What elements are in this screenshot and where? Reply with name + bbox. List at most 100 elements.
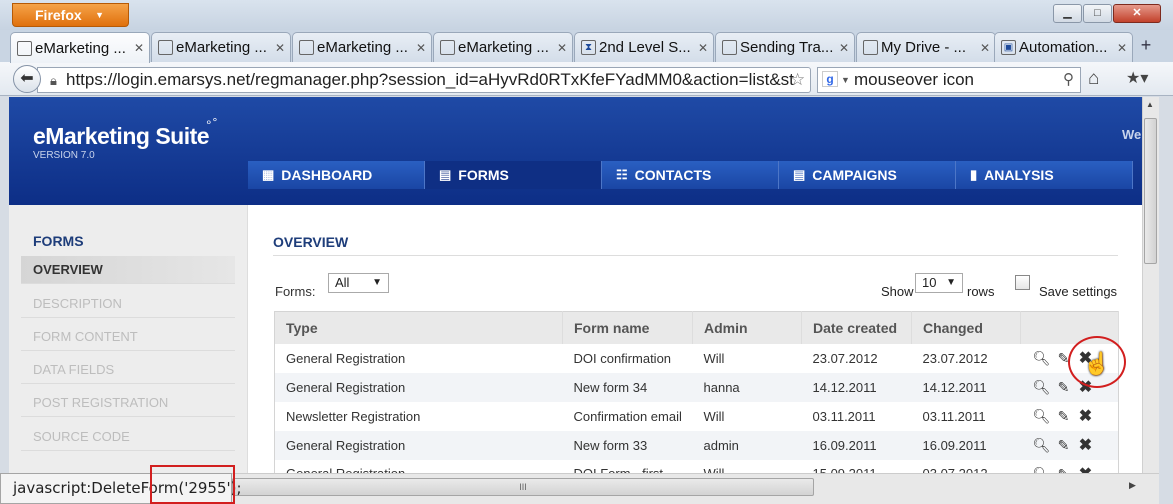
edit-icon[interactable]: ✎ <box>1053 408 1075 425</box>
rows-label: rows <box>967 284 995 299</box>
cell-date-created: 03.11.2011 <box>812 408 876 424</box>
sidebar-item-data-fields[interactable]: DATA FIELDS <box>21 356 235 384</box>
close-tab-icon[interactable]: ✕ <box>556 41 568 55</box>
browser-tab[interactable]: Sending Tra... ✕ <box>715 32 855 62</box>
sidebar-item-source-code[interactable]: SOURCE CODE <box>21 423 235 451</box>
scroll-up-icon[interactable]: ▲ <box>1146 100 1154 109</box>
column-header-type[interactable]: Type <box>274 311 563 344</box>
cell-changed: 16.09.2011 <box>911 430 1021 460</box>
cell-changed: 03.11.2011 <box>922 408 986 424</box>
edit-icon[interactable]: ✎ <box>1053 437 1075 454</box>
view-icon[interactable]: 🔍︎ <box>1031 350 1053 367</box>
nav-analysis[interactable]: ▮ ANALYSIS <box>956 161 1133 189</box>
vertical-scroll-thumb[interactable] <box>1144 118 1157 264</box>
view-icon[interactable]: 🔍︎ <box>1031 408 1053 425</box>
cell-form-name: Confirmation email <box>573 408 682 424</box>
contacts-icon: ☷ <box>616 167 628 182</box>
page-icon <box>158 40 173 55</box>
tab-label: eMarketing ... <box>317 39 408 56</box>
table-row: General Registration New form 33 admin 1… <box>274 430 1119 460</box>
close-window-button[interactable]: ✕ <box>1113 4 1161 23</box>
cell-form-name: New form 34 <box>562 372 693 402</box>
cell-form-name: DOI Form - first <box>563 460 693 473</box>
lock-page-icon: ▣ <box>1001 40 1016 55</box>
browser-tab[interactable]: eMarketing ... ✕ <box>433 32 573 62</box>
table-header-row: Type Form name Admin Date created Change… <box>274 311 1119 344</box>
hourglass-icon: ⧗ <box>581 40 596 55</box>
scroll-right-icon[interactable]: ▶ <box>1129 480 1136 491</box>
rows-per-page-select[interactable]: 10 ▼ <box>915 273 963 293</box>
search-input[interactable]: g ▼ mouseover icon ⚲ <box>817 67 1081 93</box>
search-icon[interactable]: ⚲ <box>1063 68 1074 92</box>
browser-tab[interactable]: eMarketing ... ✕ <box>10 32 150 63</box>
bookmarks-menu-icon[interactable]: ★▾ <box>1126 68 1148 88</box>
show-label: Show <box>881 284 914 299</box>
cell-type: General Registration <box>274 430 563 460</box>
back-button[interactable]: ⬅ <box>13 65 41 93</box>
bookmark-star-icon[interactable]: ☆ <box>790 68 805 92</box>
app-version: VERSION 7.0 <box>33 150 95 161</box>
cell-admin: Will <box>693 460 802 473</box>
lock-icon: 🔒︎ <box>50 73 57 88</box>
chevron-down-icon: ▼ <box>95 10 104 20</box>
page-title: OVERVIEW <box>273 234 349 250</box>
view-icon[interactable]: 🔍︎ <box>1031 466 1053 473</box>
delete-icon[interactable]: ✖ <box>1075 435 1097 455</box>
close-tab-icon[interactable]: ✕ <box>1116 41 1128 55</box>
sidebar-item-overview[interactable]: OVERVIEW <box>21 256 235 284</box>
sidebar-item-post-registration[interactable]: POST REGISTRATION <box>21 389 235 417</box>
tab-label: My Drive - ... <box>881 39 966 56</box>
forms-filter-select[interactable]: All ▼ <box>328 273 389 293</box>
browser-tab[interactable]: ⧗ 2nd Level S... ✕ <box>574 32 714 62</box>
delete-icon[interactable]: ✖ <box>1075 464 1097 473</box>
analysis-icon: ▮ <box>970 167 978 182</box>
browser-tab[interactable]: eMarketing ... ✕ <box>292 32 432 62</box>
browser-tab[interactable]: My Drive - ... ✕ <box>856 32 996 62</box>
browser-tab[interactable]: ▣ Automation... ✕ <box>994 32 1133 62</box>
divider <box>273 255 1118 256</box>
browser-window: Firefox ▼ ▁ □ ✕ eMarketing ... ✕ eMarketin… <box>0 0 1173 504</box>
search-value: mouseover icon <box>854 70 975 89</box>
close-tab-icon[interactable]: ✕ <box>979 41 991 55</box>
google-icon: g <box>822 71 838 87</box>
nav-forms[interactable]: ▤ FORMS <box>425 161 602 189</box>
cell-admin: hanna <box>692 372 802 402</box>
highlight-box <box>150 465 235 504</box>
edit-icon[interactable]: ✎ <box>1053 379 1075 396</box>
sidebar-item-form-content[interactable]: FORM CONTENT <box>21 323 235 351</box>
horizontal-scroll-thumb[interactable]: III <box>232 478 814 496</box>
save-settings-checkbox[interactable] <box>1015 275 1030 290</box>
column-header-changed[interactable]: Changed <box>911 311 1021 344</box>
sidebar-item-description[interactable]: DESCRIPTION <box>21 290 235 318</box>
chevron-down-icon[interactable]: ▼ <box>841 68 850 92</box>
close-tab-icon[interactable]: ✕ <box>274 41 286 55</box>
cell-date-created: 15.09.2011 <box>802 460 912 473</box>
forms-filter-value: All <box>335 275 350 290</box>
close-tab-icon[interactable]: ✕ <box>838 41 850 55</box>
new-tab-button[interactable]: + <box>1133 33 1159 59</box>
browser-tab[interactable]: eMarketing ... ✕ <box>151 32 291 62</box>
cell-type: General Registration <box>274 372 563 402</box>
maximize-button[interactable]: □ <box>1083 4 1112 23</box>
close-tab-icon[interactable]: ✕ <box>415 41 427 55</box>
nav-campaigns[interactable]: ▤ CAMPAIGNS <box>779 161 956 189</box>
forms-table: Type Form name Admin Date created Change… <box>274 311 1119 473</box>
edit-icon[interactable]: ✎ <box>1053 466 1075 473</box>
column-header-admin[interactable]: Admin <box>692 311 802 344</box>
tab-label: eMarketing ... <box>458 39 549 56</box>
url-bar[interactable]: 🔒︎ https://login.emarsys.net/regmanager.… <box>37 67 811 93</box>
url-text: https://login.emarsys.net/regmanager.php… <box>66 70 794 89</box>
firefox-menu-button[interactable]: Firefox ▼ <box>12 3 129 27</box>
minimize-button[interactable]: ▁ <box>1053 4 1082 23</box>
home-icon[interactable]: ⌂ <box>1088 68 1099 90</box>
close-tab-icon[interactable]: ✕ <box>697 41 709 55</box>
view-icon[interactable]: 🔍︎ <box>1031 379 1053 396</box>
close-tab-icon[interactable]: ✕ <box>133 41 145 55</box>
nav-dashboard[interactable]: ▦ DASHBOARD <box>248 161 425 189</box>
delete-icon[interactable]: ✖ <box>1075 406 1097 426</box>
nav-contacts[interactable]: ☷ CONTACTS <box>602 161 779 189</box>
column-header-date-created[interactable]: Date created <box>801 311 912 344</box>
tab-label: Automation... <box>1019 39 1108 56</box>
column-header-form-name[interactable]: Form name <box>562 311 693 344</box>
view-icon[interactable]: 🔍︎ <box>1031 437 1053 454</box>
